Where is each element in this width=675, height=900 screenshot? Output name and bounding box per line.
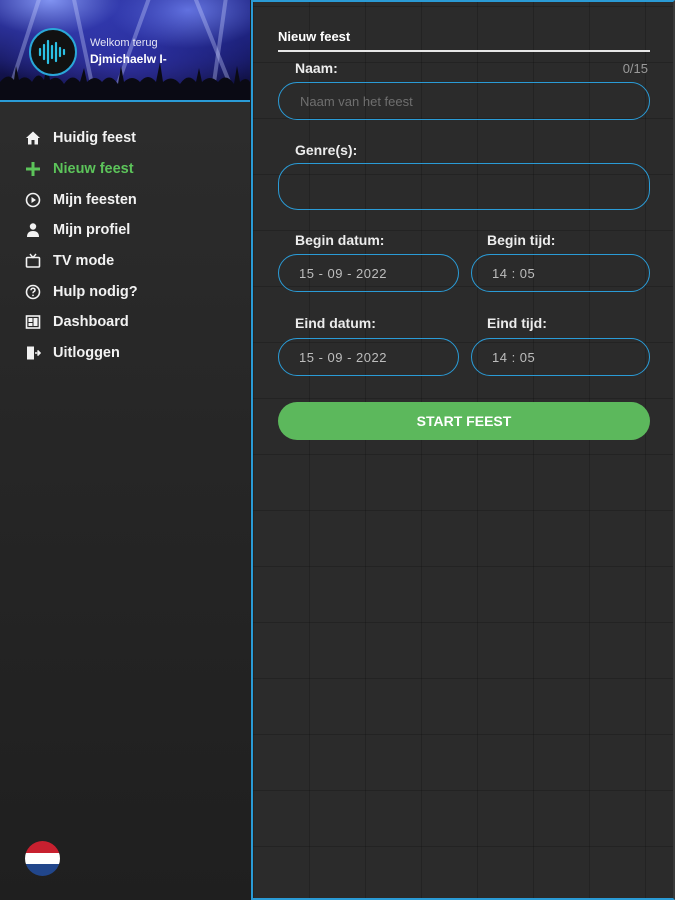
begin-time-value: 14 : 05 (492, 265, 536, 281)
sidebar-item-mijn-feesten[interactable]: Mijn feesten (0, 184, 250, 215)
welcome-text: Welkom terug (90, 37, 158, 49)
sidebar-item-label: TV mode (53, 253, 115, 270)
genre-label: Genre(s): (295, 142, 358, 158)
begin-time-field[interactable]: 14 : 05 (471, 254, 650, 292)
begin-date-value: 15 - 09 - 2022 (299, 265, 387, 281)
begin-time-label: Begin tijd: (487, 232, 556, 248)
title-divider (278, 50, 650, 52)
end-time-field[interactable]: 14 : 05 (471, 338, 650, 376)
new-party-panel: Nieuw feest Naam: 0/15 Genre(s): Begin d… (251, 0, 675, 900)
start-party-button[interactable]: START FEEST (278, 402, 650, 440)
sidebar-item-nieuw-feest[interactable]: Nieuw feest (0, 154, 250, 185)
play-circle-icon (24, 191, 41, 208)
page-title: Nieuw feest (278, 29, 351, 44)
end-time-value: 14 : 05 (492, 349, 536, 365)
party-name-input[interactable] (278, 82, 650, 120)
genre-input[interactable] (278, 163, 650, 210)
dashboard-icon (24, 314, 41, 331)
sidebar-item-label: Dashboard (53, 314, 129, 331)
sidebar: Welkom terug Djmichaelw I- Huidig feest … (0, 0, 250, 900)
name-char-counter: 0/15 (622, 61, 648, 76)
begin-date-field[interactable]: 15 - 09 - 2022 (278, 254, 459, 292)
home-icon (24, 130, 41, 147)
sidebar-item-dashboard[interactable]: Dashboard (0, 307, 250, 338)
username: Djmichaelw I- (90, 52, 167, 66)
end-date-field[interactable]: 15 - 09 - 2022 (278, 338, 459, 376)
header-banner: Welkom terug Djmichaelw I- (0, 0, 250, 102)
name-label: Naam: (295, 60, 338, 76)
sidebar-item-label: Nieuw feest (53, 161, 134, 178)
end-time-label: Eind tijd: (487, 315, 547, 331)
sidebar-item-label: Huidig feest (53, 130, 136, 147)
begin-date-label: Begin datum: (295, 232, 385, 248)
sidebar-item-tv-mode[interactable]: TV mode (0, 246, 250, 277)
plus-icon (24, 161, 41, 178)
sidebar-item-uitloggen[interactable]: Uitloggen (0, 338, 250, 369)
help-circle-icon (24, 283, 41, 300)
user-icon (24, 222, 41, 239)
sidebar-item-label: Uitloggen (53, 345, 120, 362)
sidebar-item-label: Mijn profiel (53, 222, 131, 239)
netherlands-flag-icon[interactable] (25, 841, 60, 876)
app-logo-icon (29, 28, 77, 76)
sidebar-item-label: Mijn feesten (53, 191, 137, 208)
tv-icon (24, 253, 41, 270)
sidebar-item-huidig-feest[interactable]: Huidig feest (0, 123, 250, 154)
sidebar-nav: Huidig feest Nieuw feest Mijn feesten Mi… (0, 123, 250, 369)
end-date-label: Eind datum: (295, 315, 376, 331)
sidebar-item-label: Hulp nodig? (53, 283, 138, 300)
end-date-value: 15 - 09 - 2022 (299, 349, 387, 365)
logout-icon (24, 345, 41, 362)
sidebar-item-hulp-nodig[interactable]: Hulp nodig? (0, 276, 250, 307)
sidebar-item-mijn-profiel[interactable]: Mijn profiel (0, 215, 250, 246)
